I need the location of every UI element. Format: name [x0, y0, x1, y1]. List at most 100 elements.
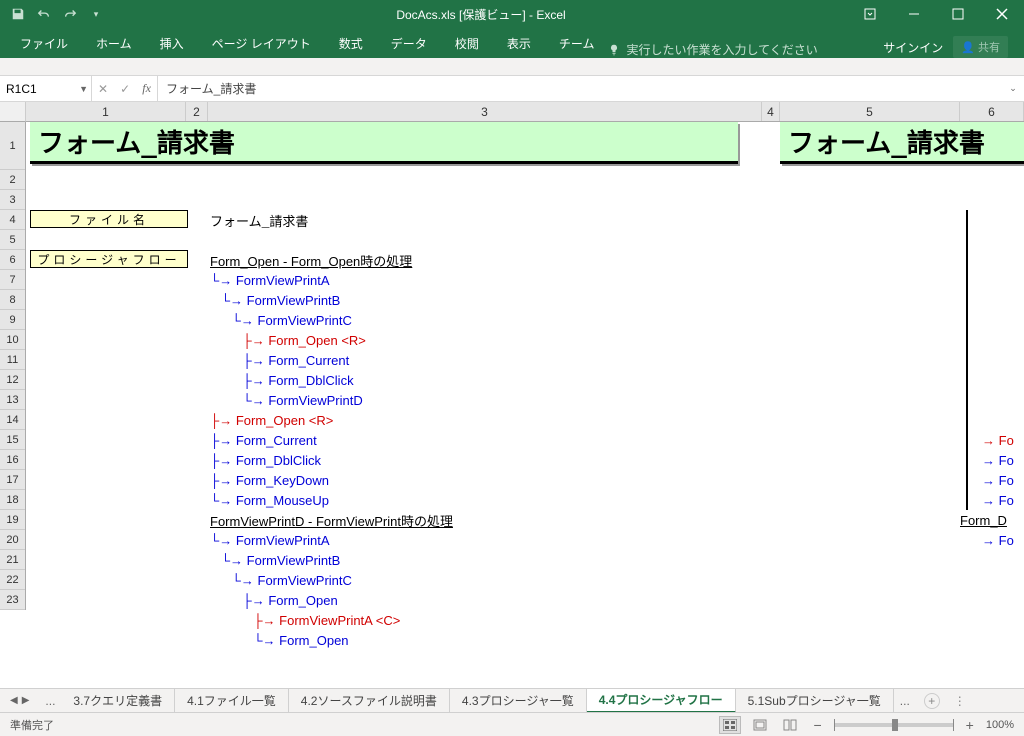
undo-icon[interactable] — [32, 3, 56, 25]
code-line[interactable]: └→ FormViewPrintC — [210, 310, 352, 330]
code-line[interactable]: ├→ Form_KeyDown — [210, 470, 329, 490]
chevron-down-icon[interactable]: ▼ — [79, 84, 88, 94]
code-line[interactable]: └→ Form_Open — [210, 630, 349, 650]
label-procedure-flow[interactable]: プロシージャフロー — [30, 250, 188, 268]
tab-nav-next-icon[interactable]: ▶ — [22, 695, 30, 706]
row-header[interactable]: 10 — [0, 330, 25, 350]
zoom-slider[interactable] — [834, 723, 954, 727]
row-header[interactable]: 22 — [0, 570, 25, 590]
tab-team[interactable]: チーム — [545, 29, 609, 58]
row-header[interactable]: 11 — [0, 350, 25, 370]
row-header[interactable]: 7 — [0, 270, 25, 290]
minimize-icon[interactable] — [892, 0, 936, 28]
code-line[interactable]: → Fo — [982, 430, 1014, 450]
signin-link[interactable]: サインイン — [883, 39, 943, 56]
code-line[interactable]: ├→ Form_Current — [210, 430, 317, 450]
row-header[interactable]: 17 — [0, 470, 25, 490]
tab-ellipsis[interactable]: ... — [894, 694, 916, 708]
code-line[interactable]: → Fo — [982, 470, 1014, 490]
row-header[interactable]: 3 — [0, 190, 25, 210]
select-all-corner[interactable] — [0, 102, 26, 122]
qat-customize-icon[interactable]: ▾ — [84, 3, 108, 25]
tab-view[interactable]: 表示 — [493, 29, 545, 58]
row-header[interactable]: 14 — [0, 410, 25, 430]
tab-review[interactable]: 校閲 — [441, 29, 493, 58]
sheet-tab[interactable]: 3.7クエリ定義書 — [61, 689, 175, 713]
name-box[interactable]: R1C1▼ — [0, 76, 92, 101]
fx-icon[interactable]: fx — [142, 81, 151, 96]
row-header[interactable]: 16 — [0, 450, 25, 470]
code-line[interactable]: └→ FormViewPrintA — [210, 270, 330, 290]
enter-icon[interactable]: ✓ — [120, 82, 130, 96]
page-layout-view-icon[interactable] — [749, 716, 771, 734]
tab-pagelayout[interactable]: ページ レイアウト — [198, 29, 325, 58]
tab-data[interactable]: データ — [377, 29, 441, 58]
expand-formula-icon[interactable]: ⌄ — [1002, 76, 1024, 101]
row-header[interactable]: 23 — [0, 590, 25, 610]
row-header[interactable]: 18 — [0, 490, 25, 510]
doc-title-cell-right[interactable]: フォーム_請求書 — [780, 122, 1024, 164]
code-line[interactable]: └→ FormViewPrintD — [210, 390, 363, 410]
zoom-out-button[interactable]: − — [809, 717, 825, 733]
code-line[interactable]: ├→ Form_Open <R> — [210, 330, 366, 350]
zoom-level[interactable]: 100% — [986, 719, 1014, 731]
tab-formulas[interactable]: 数式 — [325, 29, 377, 58]
row-header[interactable]: 12 — [0, 370, 25, 390]
row-header[interactable]: 19 — [0, 510, 25, 530]
code-line[interactable]: └→ FormViewPrintA — [210, 530, 330, 550]
tab-home[interactable]: ホーム — [82, 29, 146, 58]
zoom-in-button[interactable]: + — [962, 717, 978, 733]
code-line[interactable]: └→ FormViewPrintC — [210, 570, 352, 590]
sheet-tab[interactable]: 4.2ソースファイル説明書 — [289, 689, 450, 713]
col-header[interactable]: 6 — [960, 102, 1024, 121]
row-header[interactable]: 15 — [0, 430, 25, 450]
ribbon-options-icon[interactable] — [848, 0, 892, 28]
worksheet-grid[interactable]: 1 2 3 4 5 6 1 2 3 4 5 6 7 8 9 10 11 12 1… — [0, 102, 1024, 662]
row-header[interactable]: 2 — [0, 170, 25, 190]
sheet-tab[interactable]: 4.1ファイル一覧 — [175, 689, 289, 713]
tab-file[interactable]: ファイル — [6, 29, 82, 58]
code-line[interactable]: ├→ Form_Open <R> — [210, 410, 333, 430]
close-icon[interactable] — [980, 0, 1024, 28]
code-line[interactable]: ├→ Form_DblClick — [210, 450, 321, 470]
code-line[interactable]: → Fo — [982, 490, 1014, 510]
tab-nav-prev-icon[interactable]: ◀ — [10, 695, 18, 706]
code-line[interactable]: → Fo — [982, 530, 1014, 550]
col-header[interactable]: 3 — [208, 102, 762, 121]
code-line[interactable]: Form_D — [960, 510, 1007, 530]
zoom-thumb[interactable] — [892, 719, 898, 731]
row-header[interactable]: 20 — [0, 530, 25, 550]
normal-view-icon[interactable] — [719, 716, 741, 734]
col-header[interactable]: 5 — [780, 102, 960, 121]
sheet-tab-active[interactable]: 4.4プロシージャフロー — [587, 689, 736, 713]
row-header[interactable]: 5 — [0, 230, 25, 250]
code-line[interactable]: ├→ FormViewPrintA <C> — [210, 610, 400, 630]
sheet-tab[interactable]: 4.3プロシージャ一覧 — [450, 689, 587, 713]
row-header[interactable]: 4 — [0, 210, 25, 230]
redo-icon[interactable] — [58, 3, 82, 25]
formula-input[interactable]: フォーム_請求書 — [158, 76, 1002, 101]
col-header[interactable]: 1 — [26, 102, 186, 121]
cell-filename-value[interactable]: フォーム_請求書 — [210, 210, 308, 230]
sheet-tab[interactable]: 5.1Subプロシージャ一覧 — [736, 689, 894, 713]
code-line[interactable]: ├→ Form_Current — [210, 350, 349, 370]
code-line[interactable]: └→ FormViewPrintB — [210, 290, 340, 310]
page-break-view-icon[interactable] — [779, 716, 801, 734]
code-line[interactable]: ├→ Form_DblClick — [210, 370, 354, 390]
label-filename[interactable]: ファイル名 — [30, 210, 188, 228]
row-header[interactable]: 21 — [0, 550, 25, 570]
row-headers[interactable]: 1 2 3 4 5 6 7 8 9 10 11 12 13 14 15 16 1… — [0, 122, 26, 610]
row-header[interactable]: 1 — [0, 122, 25, 170]
row-header[interactable]: 9 — [0, 310, 25, 330]
row-header[interactable]: 8 — [0, 290, 25, 310]
add-sheet-button[interactable]: + — [924, 693, 940, 709]
tab-ellipsis[interactable]: ... — [39, 694, 61, 708]
col-header[interactable]: 4 — [762, 102, 780, 121]
maximize-icon[interactable] — [936, 0, 980, 28]
cells[interactable]: フォーム_請求書 フォーム_請求書 ファイル名 フォーム_請求書 プロシージャフ… — [26, 122, 1024, 662]
code-line[interactable]: └→ Form_MouseUp — [210, 490, 329, 510]
share-button[interactable]: 👤 共有 — [953, 36, 1008, 58]
tab-options-icon[interactable]: ⋮ — [954, 694, 966, 708]
column-headers[interactable]: 1 2 3 4 5 6 — [26, 102, 1024, 122]
row-header[interactable]: 13 — [0, 390, 25, 410]
